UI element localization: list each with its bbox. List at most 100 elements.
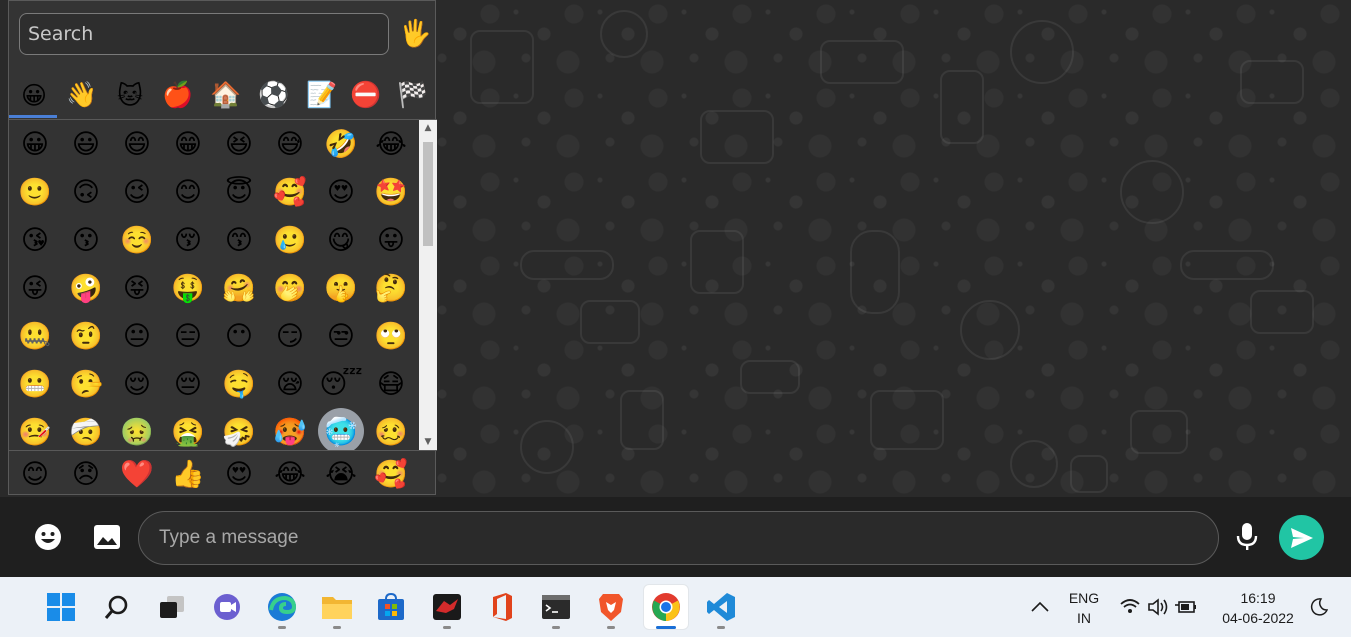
- emoji-grid-cell[interactable]: 😗: [63, 218, 109, 262]
- brave-button[interactable]: [589, 585, 633, 629]
- focus-assist-button[interactable]: [1304, 585, 1334, 629]
- emoji-grid-cell[interactable]: 🤔: [368, 266, 414, 310]
- emoji-grid-cell[interactable]: 😃: [63, 122, 109, 166]
- emoji-grid-cell[interactable]: 😪: [267, 362, 313, 406]
- attach-image-button[interactable]: [87, 517, 127, 557]
- category-animals[interactable]: 🐱: [106, 73, 154, 117]
- teams-chat-button[interactable]: [205, 585, 249, 629]
- category-symbols[interactable]: ⛔: [342, 73, 390, 117]
- vscode-button[interactable]: [699, 585, 743, 629]
- emoji-grid-cell[interactable]: 😐: [114, 314, 160, 358]
- recent-emoji[interactable]: 😂: [267, 452, 313, 496]
- send-button[interactable]: [1279, 515, 1324, 560]
- emoji-grid-cell[interactable]: 🤮: [165, 410, 211, 450]
- emoji-grid-cell[interactable]: 😴: [318, 362, 364, 406]
- emoji-grid-cell[interactable]: 🥴: [368, 410, 414, 450]
- recent-emoji[interactable]: 🥰: [368, 452, 414, 496]
- emoji-grid-cell[interactable]: 😒: [318, 314, 364, 358]
- emoji-grid-cell[interactable]: 😅: [267, 122, 313, 166]
- search-button[interactable]: [95, 585, 139, 629]
- emoji-grid-cell[interactable]: 😝: [114, 266, 160, 310]
- game-app-button[interactable]: [425, 585, 469, 629]
- emoji-grid-cell[interactable]: 😇: [216, 170, 262, 214]
- scroll-thumb[interactable]: [423, 142, 433, 246]
- emoji-grid-cell[interactable]: 🙄: [368, 314, 414, 358]
- emoji-grid-scrollbar[interactable]: ▲ ▼: [419, 120, 437, 450]
- show-hidden-icons-button[interactable]: [1018, 585, 1062, 629]
- emoji-grid-cell[interactable]: 🥵: [267, 410, 313, 450]
- scroll-down-arrow-icon[interactable]: ▼: [419, 434, 437, 450]
- recent-emoji[interactable]: 😞: [63, 452, 109, 496]
- category-activities[interactable]: ⚽: [250, 73, 298, 117]
- microsoft-store-button[interactable]: [369, 585, 413, 629]
- emoji-grid-cell[interactable]: 🤗: [216, 266, 262, 310]
- chrome-button[interactable]: [644, 585, 688, 629]
- category-objects[interactable]: 📝: [298, 73, 346, 117]
- emoji-grid-cell[interactable]: 🤭: [267, 266, 313, 310]
- emoji-grid-cell[interactable]: 🥰: [267, 170, 313, 214]
- emoji-grid-cell[interactable]: 🤣: [318, 122, 364, 166]
- emoji-grid-cell[interactable]: 🤤: [216, 362, 262, 406]
- emoji-grid-cell[interactable]: 🤒: [12, 410, 58, 450]
- emoji-grid-cell[interactable]: 😏: [267, 314, 313, 358]
- recent-emoji[interactable]: 😭: [318, 452, 364, 496]
- emoji-grid-cell[interactable]: 😶: [216, 314, 262, 358]
- start-button[interactable]: [39, 585, 83, 629]
- emoji-button[interactable]: [28, 517, 68, 557]
- emoji-grid-cell[interactable]: 😙: [216, 218, 262, 262]
- category-people[interactable]: 👋: [58, 73, 106, 117]
- emoji-search-input[interactable]: [19, 13, 389, 55]
- emoji-grid-cell[interactable]: 😊: [165, 170, 211, 214]
- emoji-grid-cell[interactable]: 🤩: [368, 170, 414, 214]
- recent-emoji[interactable]: 👍: [165, 452, 211, 496]
- emoji-grid-cell[interactable]: 🤐: [12, 314, 58, 358]
- emoji-grid-cell[interactable]: 😛: [368, 218, 414, 262]
- message-input[interactable]: [138, 511, 1219, 565]
- emoji-grid-cell[interactable]: 🤥: [63, 362, 109, 406]
- emoji-grid-cell[interactable]: 😘: [12, 218, 58, 262]
- emoji-grid-cell[interactable]: 😀: [12, 122, 58, 166]
- scroll-up-arrow-icon[interactable]: ▲: [419, 120, 437, 136]
- emoji-grid-cell[interactable]: 😚: [165, 218, 211, 262]
- emoji-grid-cell[interactable]: 😉: [114, 170, 160, 214]
- emoji-grid-cell-selected[interactable]: 🥶: [318, 408, 364, 450]
- office-button[interactable]: [480, 585, 524, 629]
- emoji-grid-cell[interactable]: 🤧: [216, 410, 262, 450]
- terminal-button[interactable]: [534, 585, 578, 629]
- emoji-grid-cell[interactable]: 🤕: [63, 410, 109, 450]
- task-view-button[interactable]: [150, 585, 194, 629]
- category-smileys[interactable]: 😀: [10, 73, 58, 117]
- emoji-grid-cell[interactable]: 😂: [368, 122, 414, 166]
- emoji-grid-cell[interactable]: 🙃: [63, 170, 109, 214]
- emoji-grid-cell[interactable]: 🙂: [12, 170, 58, 214]
- emoji-grid-cell[interactable]: 🤫: [318, 266, 364, 310]
- language-indicator[interactable]: ENG IN: [1064, 588, 1104, 628]
- emoji-grid-cell[interactable]: 😔: [165, 362, 211, 406]
- category-travel[interactable]: 🏠: [202, 73, 250, 117]
- emoji-grid-cell[interactable]: 😌: [114, 362, 160, 406]
- emoji-grid-cell[interactable]: 😑: [165, 314, 211, 358]
- file-explorer-button[interactable]: [315, 585, 359, 629]
- emoji-grid-cell[interactable]: 😆: [216, 122, 262, 166]
- recent-emoji[interactable]: 😍: [216, 452, 262, 496]
- emoji-grid-cell[interactable]: 😬: [12, 362, 58, 406]
- emoji-grid-cell[interactable]: 🤢: [114, 410, 160, 450]
- emoji-grid-cell[interactable]: 😍: [318, 170, 364, 214]
- emoji-grid-cell[interactable]: 😜: [12, 266, 58, 310]
- network-volume-battery-group[interactable]: [1114, 585, 1204, 629]
- recent-emoji[interactable]: 😊: [12, 452, 58, 496]
- category-food[interactable]: 🍎: [154, 73, 202, 117]
- category-flags[interactable]: 🏁: [389, 73, 437, 117]
- emoji-grid-cell[interactable]: 🤪: [63, 266, 109, 310]
- emoji-grid-cell[interactable]: 🤑: [165, 266, 211, 310]
- emoji-grid-cell[interactable]: 🥲: [267, 218, 313, 262]
- recent-emoji[interactable]: ❤️: [114, 452, 160, 496]
- clock[interactable]: 16:19 04-06-2022: [1212, 588, 1304, 628]
- emoji-grid-cell[interactable]: 😋: [318, 218, 364, 262]
- edge-button[interactable]: [260, 585, 304, 629]
- emoji-grid-cell[interactable]: 😁: [165, 122, 211, 166]
- skin-tone-button[interactable]: 🖐️: [399, 17, 431, 51]
- microphone-button[interactable]: [1227, 517, 1267, 557]
- emoji-grid-cell[interactable]: ☺️: [114, 218, 160, 262]
- emoji-grid-cell[interactable]: 😷: [368, 362, 414, 406]
